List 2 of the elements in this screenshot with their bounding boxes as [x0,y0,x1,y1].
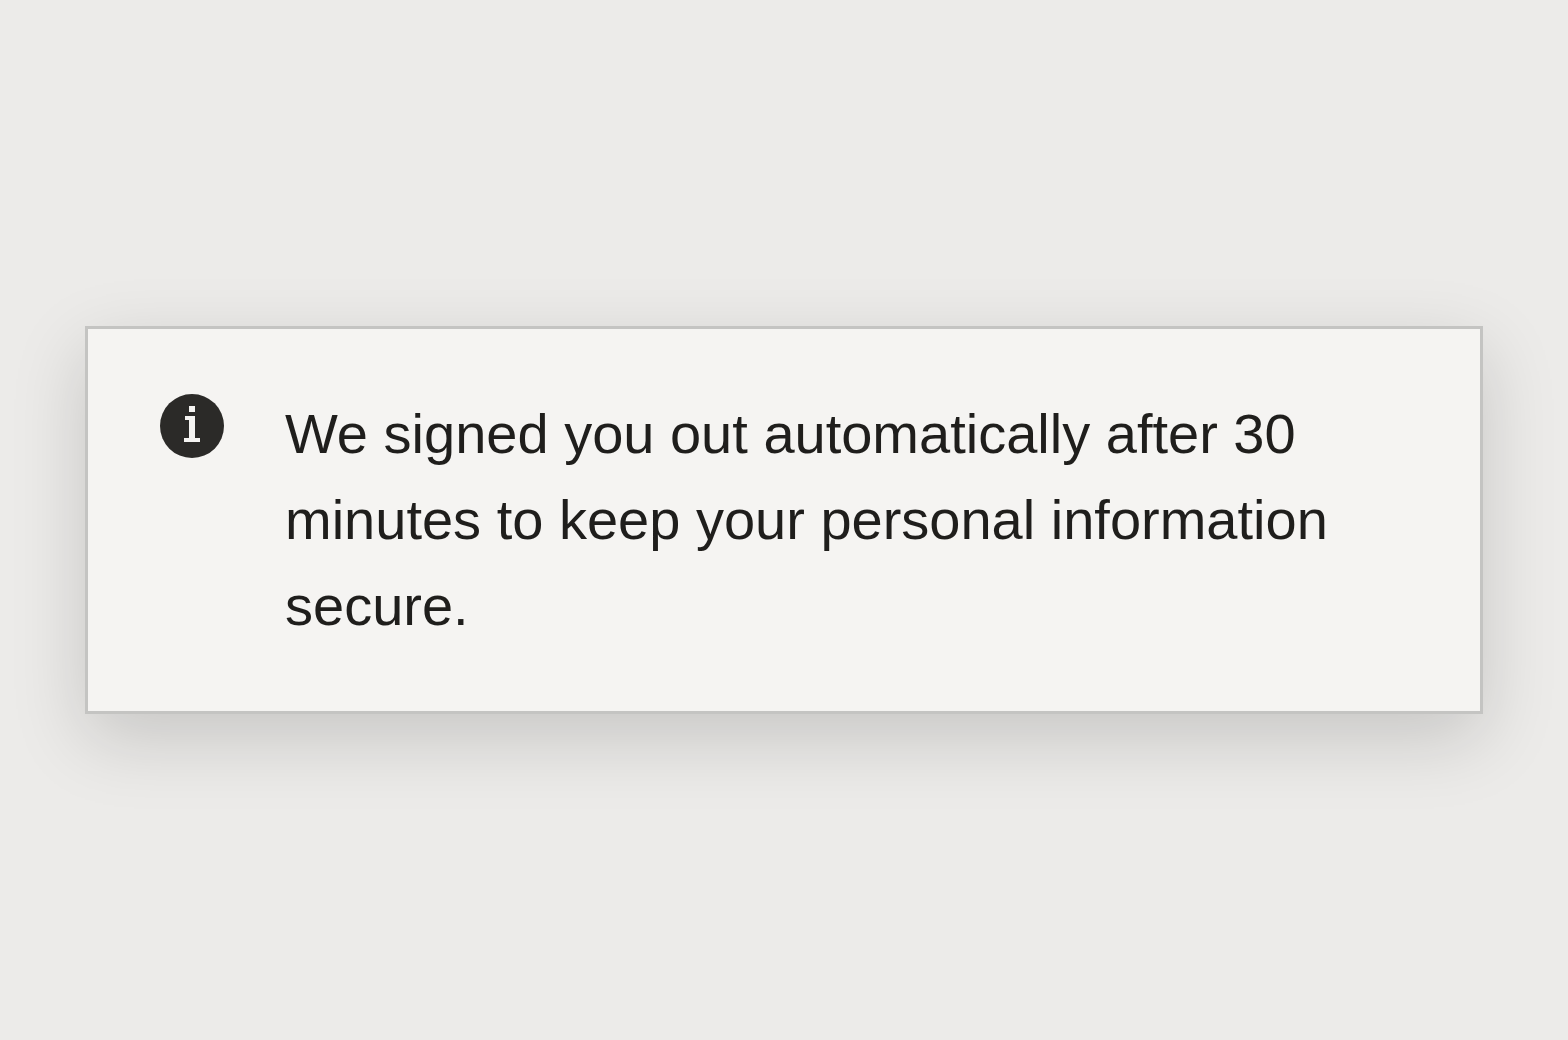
alert-message: We signed you out automatically after 30 minutes to keep your personal information secure. [285,401,1329,639]
info-icon [160,394,224,458]
